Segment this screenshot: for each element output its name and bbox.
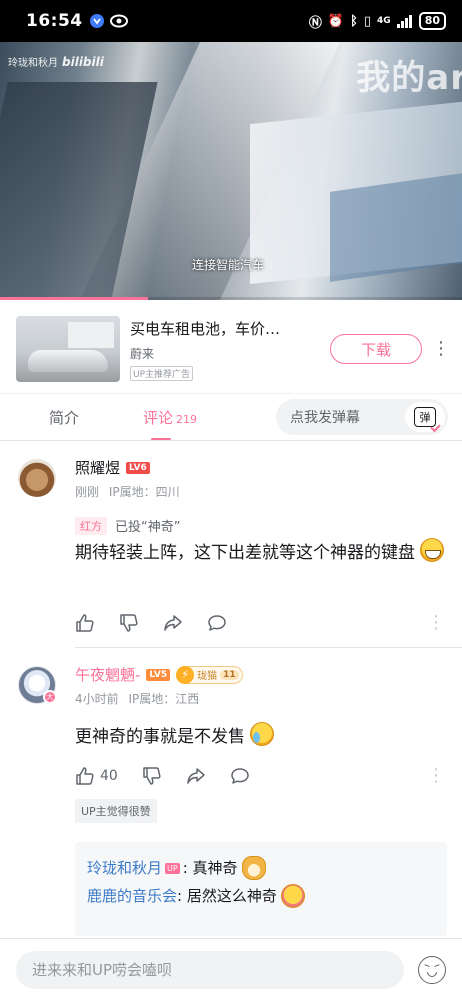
reply-item[interactable]: 玲珑和秋月 UP : 真神奇 — [87, 854, 435, 882]
comment-bubble-icon — [208, 615, 226, 631]
video-subtitle: 连接智能汽车 — [192, 258, 265, 272]
comment-text[interactable]: 更神奇的事就是不发售 — [75, 722, 447, 752]
share-icon — [164, 615, 182, 631]
more-options-icon[interactable]: ⋮ — [432, 340, 450, 358]
bilibili-logo: bilibili — [62, 54, 104, 69]
danmaku-placeholder: 点我发弹幕 — [290, 410, 360, 426]
reply-button[interactable] — [230, 766, 250, 786]
danmaku-toggle-button[interactable]: 弹 — [405, 402, 445, 432]
comment-text[interactable]: 期待轻装上阵，这下出差就等这个神器的键盘 — [75, 538, 447, 568]
tab-intro[interactable]: 简介 — [49, 407, 79, 428]
tab-comments[interactable]: 评论 219 — [143, 407, 198, 440]
comment-ip: IP属地：四川 — [108, 485, 180, 499]
status-bar: 16:54 Ⓝ ⏰ ᛒ ▯ 4G 80 — [0, 0, 462, 42]
tab-active-indicator — [151, 437, 172, 440]
up-liked-badge: UP主觉得很赞 — [75, 799, 157, 823]
vote-text: 已投“神奇” — [115, 520, 181, 535]
reply-username[interactable]: 鹿鹿的音乐会 — [87, 882, 177, 910]
comment-divider — [75, 647, 462, 648]
ad-thumbnail[interactable] — [16, 316, 120, 382]
reply-item[interactable]: 鹿鹿的音乐会 : 居然这么神奇 — [87, 882, 435, 910]
kiss-emoji — [280, 884, 305, 908]
ad-banner[interactable]: 买电车租电池，车价… 蔚来 UP主推荐广告 下载 ⋮ — [0, 305, 462, 393]
thumb-down-icon — [120, 614, 138, 632]
comment-actions: 40 ⋮ — [75, 765, 445, 787]
ad-brand: 蔚来 — [130, 346, 155, 361]
reply-text: : 真神奇 — [182, 859, 238, 877]
danmaku-icon: 弹 — [414, 407, 436, 427]
share-button[interactable] — [186, 766, 206, 786]
dislike-button[interactable] — [142, 766, 162, 786]
comment-bubble-icon — [231, 768, 249, 784]
alarm-icon: ⏰ — [327, 13, 345, 29]
comment-time: 刚刚 — [75, 485, 100, 499]
comment-username[interactable]: 照耀煜 — [75, 457, 120, 478]
thumb-up-icon — [76, 767, 94, 785]
shield-icon — [89, 14, 104, 28]
vote-team-badge: 红方 — [75, 516, 107, 535]
like-button[interactable]: 40 — [75, 766, 118, 786]
comment-time: 4小时前 — [75, 692, 119, 706]
lightning-icon: ⚡ — [176, 665, 195, 684]
like-count: 40 — [100, 768, 118, 784]
comment-more-icon[interactable]: ⋮ — [427, 767, 445, 785]
cry-emoji — [250, 722, 275, 746]
up-tag: UP — [165, 862, 180, 874]
ad-download-button[interactable]: 下载 — [330, 334, 422, 364]
video-progress-fill — [0, 297, 148, 300]
fan-medal-level: 11 — [220, 669, 239, 680]
thumb-down-icon — [143, 767, 161, 785]
emoji-icon[interactable] — [418, 955, 446, 984]
ad-tag: UP主推荐广告 — [130, 365, 194, 381]
grin-emoji — [420, 538, 445, 562]
comment-ip: IP属地：江西 — [128, 692, 200, 706]
comment-input-bar: 进来来和UP唠会嗑呗 — [0, 938, 462, 1000]
level-badge: LV5 — [146, 668, 171, 681]
thumb-up-icon — [76, 614, 94, 632]
level-badge: LV6 — [126, 461, 150, 474]
tab-bar: 简介 评论 219 点我发弹幕 弹 — [0, 393, 462, 441]
share-button[interactable] — [163, 613, 183, 633]
reply-username[interactable]: 玲珑和秋月 — [87, 854, 162, 882]
vibrate-icon: ▯ — [363, 13, 372, 29]
comment-username[interactable]: 午夜魍魉- — [75, 664, 140, 685]
nfc-icon: Ⓝ — [308, 15, 322, 31]
ad-title[interactable]: 买电车租电池，车价… — [130, 318, 322, 339]
video-watermark: 玲珑和秋月 bilibili — [8, 54, 104, 70]
comment-actions: ⋮ — [75, 612, 445, 634]
video-overlay-text: 我的ar — [356, 58, 462, 98]
eye-icon — [109, 14, 128, 28]
danmaku-input[interactable]: 点我发弹幕 弹 — [276, 399, 448, 435]
video-player[interactable]: 玲珑和秋月 bilibili 我的ar 连接智能汽车 — [0, 42, 462, 300]
vote-info: 红方 已投“神奇” — [75, 516, 180, 535]
like-button[interactable] — [75, 613, 95, 633]
comment-input[interactable]: 进来来和UP唠会嗑呗 — [16, 950, 404, 989]
share-icon — [187, 768, 205, 784]
doge-emoji — [241, 856, 266, 880]
comment-more-icon[interactable]: ⋮ — [427, 614, 445, 632]
network-type: 4G — [377, 16, 391, 26]
battery-icon: 80 — [418, 12, 446, 30]
video-progress-bar[interactable] — [0, 297, 462, 300]
fan-medal-badge[interactable]: ⚡ 珑猫 11 — [176, 665, 243, 684]
bluetooth-icon: ᛒ — [350, 13, 358, 29]
dislike-button[interactable] — [119, 613, 139, 633]
reply-button[interactable] — [207, 613, 227, 633]
reply-preview[interactable]: 玲珑和秋月 UP : 真神奇 鹿鹿的音乐会 : 居然这么神奇 — [75, 842, 447, 936]
avatar[interactable] — [18, 459, 56, 497]
status-time: 16:54 — [26, 11, 83, 31]
avatar-badge: 大 — [43, 690, 57, 704]
reply-text: : 居然这么神奇 — [177, 887, 277, 905]
signal-icon — [396, 14, 412, 28]
comments-count: 219 — [176, 412, 198, 426]
